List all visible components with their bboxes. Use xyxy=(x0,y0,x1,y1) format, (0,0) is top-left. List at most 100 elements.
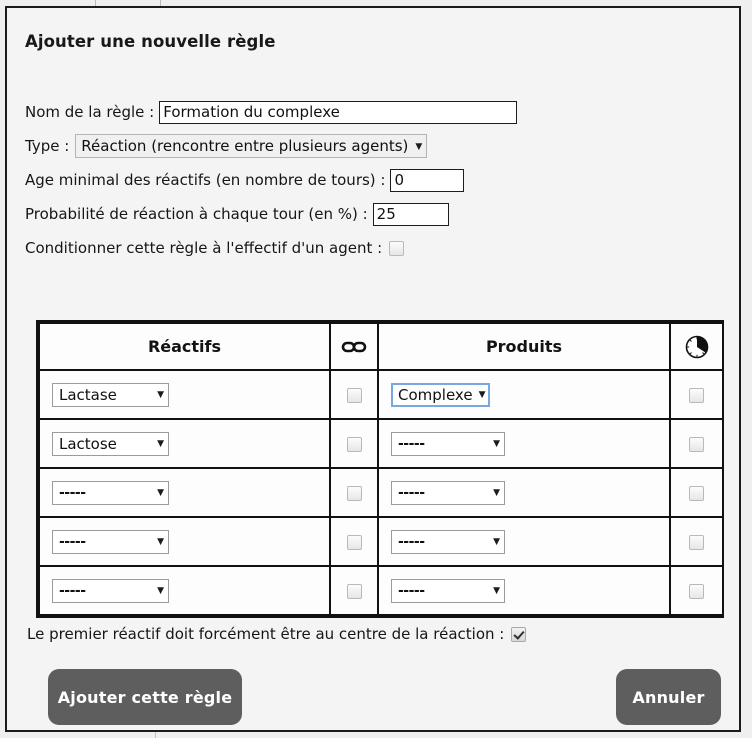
time-cell xyxy=(669,516,724,567)
select-value: ----- xyxy=(59,484,86,501)
reactif-cell: ----- ▼ xyxy=(38,467,331,518)
type-row: Type : Réaction (rencontre entre plusieu… xyxy=(25,134,725,158)
center-reactif-label: Le premier réactif doit forcément être a… xyxy=(27,625,505,643)
link-checkbox-3[interactable] xyxy=(346,486,362,501)
chevron-down-icon: ▼ xyxy=(157,390,164,400)
add-rule-button[interactable]: Ajouter cette règle xyxy=(48,669,242,725)
produit-cell: ----- ▼ xyxy=(377,516,671,567)
time-cell xyxy=(669,418,724,469)
header-reactifs: Réactifs xyxy=(38,322,331,371)
rule-form: Nom de la règle : Type : Réaction (renco… xyxy=(25,100,725,270)
link-checkbox-4[interactable] xyxy=(346,535,362,550)
chevron-down-icon: ▼ xyxy=(157,488,164,498)
reactif-cell: Lactose ▼ xyxy=(38,418,331,469)
type-select[interactable]: Réaction (rencontre entre plusieurs agen… xyxy=(75,134,428,158)
produit-select-2[interactable]: ----- ▼ xyxy=(391,431,505,456)
produit-select-5[interactable]: ----- ▼ xyxy=(391,578,505,603)
time-checkbox-5[interactable] xyxy=(689,584,704,599)
probability-input[interactable] xyxy=(372,202,449,226)
time-checkbox-4[interactable] xyxy=(689,535,704,550)
link-checkbox-2[interactable] xyxy=(346,437,362,452)
type-select-value: Réaction (rencontre entre plusieurs agen… xyxy=(81,137,409,155)
produit-cell: ----- ▼ xyxy=(377,418,671,469)
rule-name-input[interactable] xyxy=(159,100,518,124)
rule-name-label: Nom de la règle : xyxy=(25,103,155,121)
link-cell xyxy=(329,418,379,469)
reactif-cell: ----- ▼ xyxy=(38,565,331,616)
type-label: Type : xyxy=(25,137,70,155)
chevron-down-icon: ▼ xyxy=(157,537,164,547)
clock-icon xyxy=(685,335,708,358)
link-cell xyxy=(329,467,379,518)
chevron-down-icon: ▼ xyxy=(415,141,423,152)
rule-name-row: Nom de la règle : xyxy=(25,100,725,124)
chevron-down-icon: ▼ xyxy=(493,586,500,596)
produit-select-4[interactable]: ----- ▼ xyxy=(391,529,505,554)
reaction-table: Réactifs Produits Lactase ▼ Complexe ▼ L… xyxy=(36,320,724,618)
reactif-select-4[interactable]: ----- ▼ xyxy=(52,529,169,554)
link-checkbox-1[interactable] xyxy=(346,388,362,403)
produit-select-1[interactable]: Complexe ▼ xyxy=(391,382,491,407)
select-value: ----- xyxy=(398,435,425,452)
time-checkbox-2[interactable] xyxy=(689,437,704,452)
table-header-row: Réactifs Produits xyxy=(38,322,724,371)
probability-label: Probabilité de réaction à chaque tour (e… xyxy=(25,205,368,223)
panel-seam xyxy=(155,732,156,738)
table-row: ----- ▼ ----- ▼ xyxy=(38,516,724,567)
link-cell xyxy=(329,565,379,616)
time-cell xyxy=(669,467,724,518)
table-row: Lactase ▼ Complexe ▼ xyxy=(38,369,724,420)
time-cell xyxy=(669,369,724,420)
header-link xyxy=(329,322,379,371)
reactif-cell: Lactase ▼ xyxy=(38,369,331,420)
reactif-cell: ----- ▼ xyxy=(38,516,331,567)
reactif-select-5[interactable]: ----- ▼ xyxy=(52,578,169,603)
min-age-label: Age minimal des réactifs (en nombre de t… xyxy=(25,171,386,189)
select-value: Complexe xyxy=(398,385,473,404)
condition-agent-checkbox[interactable] xyxy=(389,240,405,256)
chevron-down-icon: ▼ xyxy=(157,586,164,596)
time-checkbox-1[interactable] xyxy=(689,388,704,403)
center-reactif-checkbox[interactable] xyxy=(511,626,527,642)
header-produits: Produits xyxy=(377,322,671,371)
table-row: Lactose ▼ ----- ▼ xyxy=(38,418,724,469)
page-title: Ajouter une nouvelle règle xyxy=(25,32,276,51)
select-value: ----- xyxy=(59,533,86,550)
select-value: ----- xyxy=(398,582,425,599)
produit-cell: ----- ▼ xyxy=(377,565,671,616)
screen: Ajouter une nouvelle règle Nom de la règ… xyxy=(0,0,752,738)
link-cell xyxy=(329,516,379,567)
table-row: ----- ▼ ----- ▼ xyxy=(38,467,724,518)
reactif-select-3[interactable]: ----- ▼ xyxy=(52,480,169,505)
condition-agent-label: Conditionner cette règle à l'effectif d'… xyxy=(25,239,383,257)
chevron-down-icon: ▼ xyxy=(493,488,500,498)
add-rule-dialog: Ajouter une nouvelle règle Nom de la règ… xyxy=(5,6,741,732)
reactif-select-2[interactable]: Lactose ▼ xyxy=(52,431,169,456)
min-age-input[interactable] xyxy=(390,168,465,192)
reactif-select-1[interactable]: Lactase ▼ xyxy=(52,382,169,407)
select-value: Lactase xyxy=(59,385,117,404)
chevron-down-icon: ▼ xyxy=(478,390,486,400)
select-value: Lactose xyxy=(59,434,117,453)
produit-cell: ----- ▼ xyxy=(377,467,671,518)
chevron-down-icon: ▼ xyxy=(157,439,164,449)
header-time xyxy=(669,322,724,371)
time-cell xyxy=(669,565,724,616)
chevron-down-icon: ▼ xyxy=(493,537,500,547)
link-cell xyxy=(329,369,379,420)
produit-select-3[interactable]: ----- ▼ xyxy=(391,480,505,505)
link-icon xyxy=(341,341,367,352)
cancel-button[interactable]: Annuler xyxy=(616,669,721,725)
produit-cell: Complexe ▼ xyxy=(377,369,671,420)
chevron-down-icon: ▼ xyxy=(493,439,500,449)
min-age-row: Age minimal des réactifs (en nombre de t… xyxy=(25,168,725,192)
probability-row: Probabilité de réaction à chaque tour (e… xyxy=(25,202,725,226)
condition-agent-row: Conditionner cette règle à l'effectif d'… xyxy=(25,236,725,260)
select-value: ----- xyxy=(59,582,86,599)
table-row: ----- ▼ ----- ▼ xyxy=(38,565,724,616)
select-value: ----- xyxy=(398,533,425,550)
select-value: ----- xyxy=(398,484,425,501)
center-reactif-note: Le premier réactif doit forcément être a… xyxy=(27,625,527,643)
link-checkbox-5[interactable] xyxy=(346,584,362,599)
time-checkbox-3[interactable] xyxy=(689,486,704,501)
